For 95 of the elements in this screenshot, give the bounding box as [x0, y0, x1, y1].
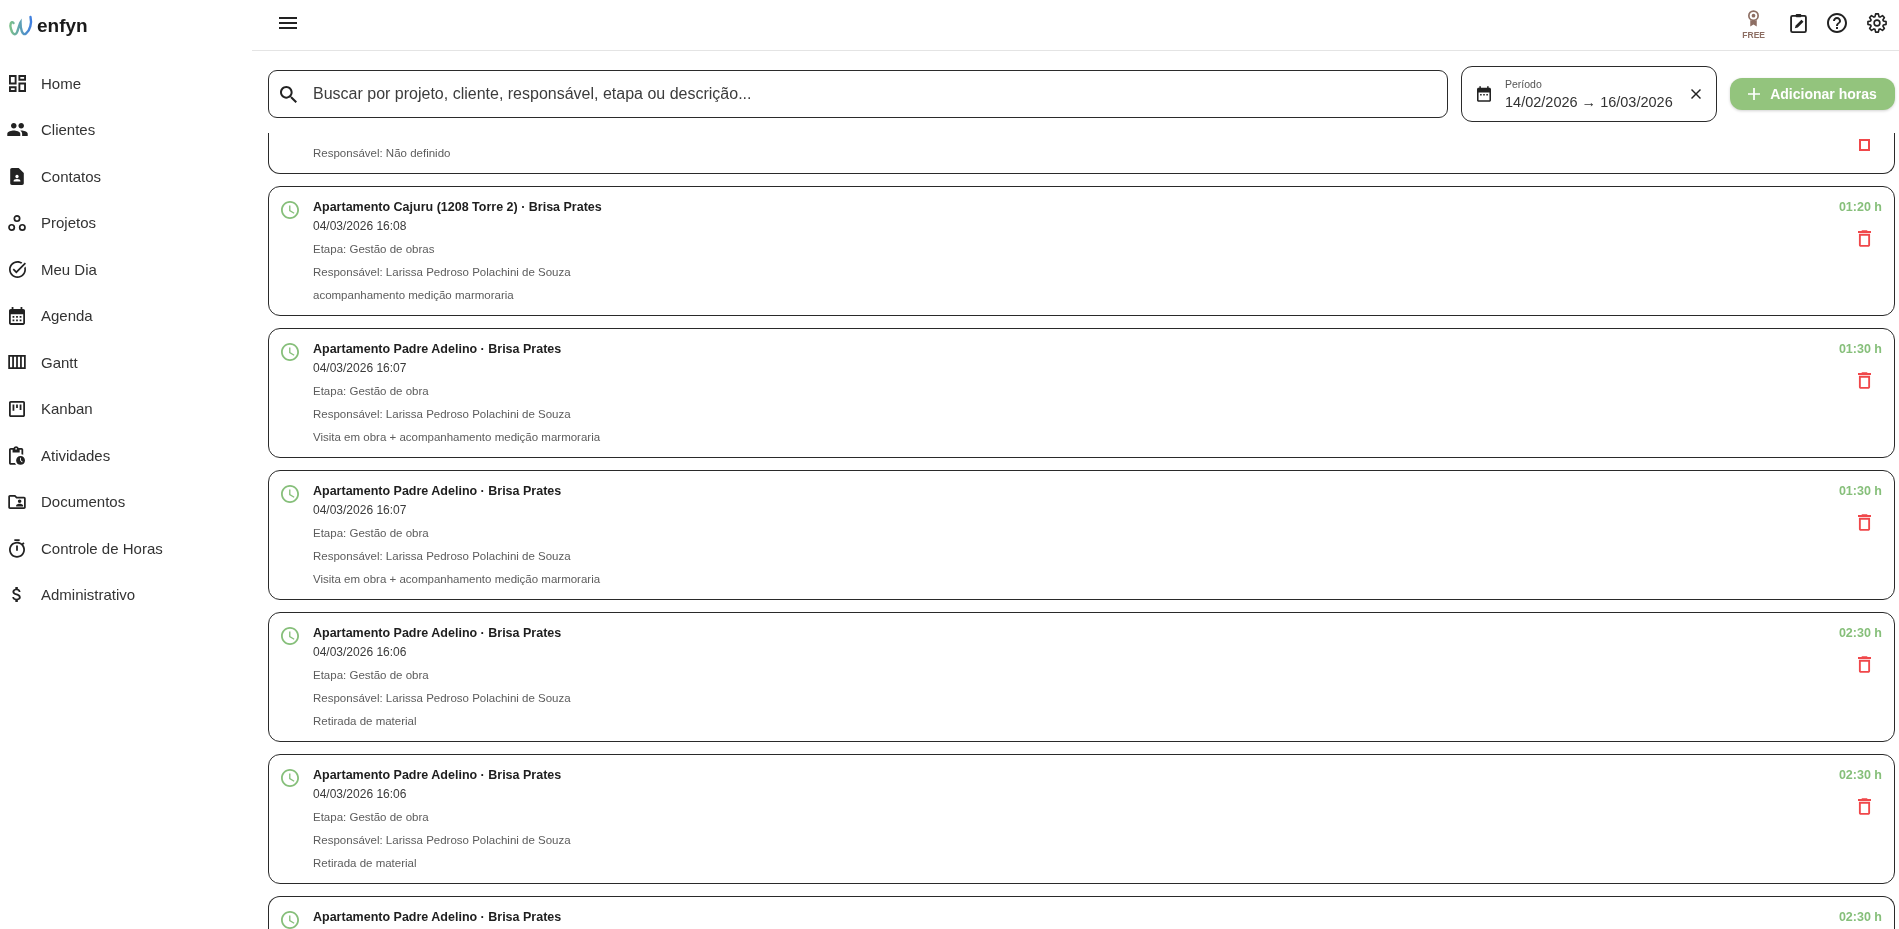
folder-person-icon: [8, 494, 26, 509]
stopwatch-icon: [9, 538, 25, 558]
nav-item[interactable]: Clientes: [0, 106, 106, 153]
entry-responsible: Responsável: Larissa Pedroso Polachini de Souza: [313, 549, 571, 564]
columns-icon: [8, 355, 26, 370]
entry-responsible: Responsável: Não definido: [313, 146, 451, 161]
nav-item[interactable]: Gantt: [0, 339, 88, 386]
nav-item[interactable]: Agenda: [0, 292, 103, 339]
entry-description: Retirada de material: [313, 714, 417, 729]
close-icon: [1691, 89, 1701, 99]
notes-button[interactable]: [1790, 13, 1807, 33]
entry-datetime: 04/03/2026 16:06: [313, 786, 407, 803]
entry-description: Retirada de material: [313, 856, 417, 871]
clock-icon: [281, 627, 299, 645]
calendar-icon: [9, 306, 25, 325]
entry-stage: Etapa: Gestão de obra: [313, 526, 429, 541]
contact-card-icon: [10, 167, 24, 185]
nav-item[interactable]: Administrativo: [0, 571, 146, 618]
award-ribbon-icon: [1747, 10, 1761, 27]
trash-icon: [1858, 656, 1871, 673]
help-button[interactable]: [1827, 13, 1847, 33]
date-range-field[interactable]: Período 14/02/2026 → 16/03/2026: [1461, 66, 1717, 122]
menu-icon: [279, 17, 297, 29]
delete-button[interactable]: [1858, 372, 1871, 389]
plan-badge[interactable]: FREE: [1742, 6, 1765, 40]
entry-datetime: 04/03/2026 16:08: [313, 218, 407, 235]
nav-item[interactable]: Controle de Horas: [0, 525, 173, 572]
search-icon: [280, 85, 297, 103]
dashboard-icon: [8, 74, 26, 92]
logo-text: enfyn: [37, 14, 88, 37]
entry-description: Visita em obra + acompanhamento medição marmoraria: [313, 430, 601, 445]
settings-icon: [1867, 13, 1887, 33]
entry-hours: 01:30 h: [1838, 483, 1882, 500]
entry-hours: 02:30 h: [1838, 767, 1882, 784]
entry-stage: Etapa: Gestão de obras: [313, 242, 435, 257]
nav-item[interactable]: Atividades: [0, 432, 121, 479]
help-icon: [1827, 13, 1847, 33]
three-circles-icon: [8, 214, 26, 231]
delete-button[interactable]: [1859, 139, 1870, 151]
entry-stage: Etapa: Gestão de obra: [313, 668, 429, 683]
entry-hours: 02:30 h: [1838, 625, 1882, 642]
trash-icon: [1858, 798, 1871, 815]
settings-button[interactable]: [1867, 13, 1887, 33]
clock-icon: [281, 485, 299, 503]
clock-icon: [281, 201, 299, 219]
clock-icon: [281, 911, 299, 929]
field-label: Período: [1505, 77, 1542, 91]
entry-description: Visita em obra + acompanhamento medição marmoraria: [313, 572, 601, 587]
nav-item[interactable]: Kanban: [0, 385, 103, 432]
entry-title: Apartamento Padre Adelino · Brisa Prates: [313, 625, 562, 642]
logo-mark-icon: [8, 13, 34, 38]
entry-responsible: Responsável: Larissa Pedroso Polachini de Souza: [313, 265, 571, 280]
entry-stage: Etapa: Gestão de obra: [313, 810, 429, 825]
people-icon: [6, 123, 28, 137]
menu-button[interactable]: [279, 17, 297, 29]
nav-item[interactable]: Documentos: [0, 478, 136, 525]
plus-icon: [1748, 88, 1761, 100]
entry-datetime: 04/03/2026 16:07: [313, 502, 407, 519]
delete-button[interactable]: [1858, 514, 1871, 531]
trash-icon: [1858, 372, 1871, 389]
nav-item[interactable]: Meu Dia: [0, 246, 107, 293]
trash-icon: [1858, 230, 1871, 247]
clear-button[interactable]: [1691, 89, 1701, 99]
entry-title: Apartamento Padre Adelino · Brisa Prates: [313, 483, 562, 500]
clock-icon: [281, 769, 299, 787]
entry-hours: 01:30 h: [1838, 341, 1882, 358]
clipboard-clock-icon: [9, 445, 25, 465]
entry-responsible: Responsável: Larissa Pedroso Polachini de Souza: [313, 407, 571, 422]
entry-hours: 02:30 h: [1838, 909, 1882, 926]
trash-icon: [1858, 514, 1871, 531]
date-range-value: 14/02/2026 → 16/03/2026: [1505, 92, 1673, 111]
clipboard-pencil-icon: [1790, 13, 1807, 33]
entry-title: Apartamento Padre Adelino · Brisa Prates: [313, 909, 562, 926]
entry-title: Apartamento Padre Adelino · Brisa Prates: [313, 341, 562, 358]
delete-button[interactable]: [1858, 656, 1871, 673]
entry-title: Apartamento Padre Adelino · Brisa Prates: [313, 767, 562, 784]
delete-button[interactable]: [1858, 798, 1871, 815]
entry-datetime: 04/03/2026 16:06: [313, 644, 407, 661]
entry-responsible: Responsável: Larissa Pedroso Polachini de Souza: [313, 691, 571, 706]
trash-icon: [1859, 139, 1870, 151]
entry-description: acompanhamento medição marmoraria: [313, 288, 514, 303]
entry-stage: Etapa: Gestão de obra: [313, 384, 429, 399]
nav-item[interactable]: Home: [0, 60, 91, 107]
entry-title: Apartamento Cajuru (1208 Torre 2) · Brisa Prates: [313, 199, 602, 216]
dollar-icon: [12, 586, 22, 604]
entry-datetime: 04/03/2026 16:07: [313, 360, 407, 377]
nav-item[interactable]: Projetos: [0, 199, 107, 246]
entry-responsible: Responsável: Larissa Pedroso Polachini de Souza: [313, 833, 571, 848]
kanban-board-icon: [9, 400, 25, 417]
delete-button[interactable]: [1858, 230, 1871, 247]
entry-hours: 01:20 h: [1838, 199, 1882, 216]
calendar-icon: [1477, 86, 1491, 102]
search-field[interactable]: Buscar por projeto, cliente, responsável, etapa ou descrição...: [268, 70, 1448, 118]
nav-item[interactable]: Contatos: [0, 153, 112, 200]
clock-icon: [281, 343, 299, 361]
